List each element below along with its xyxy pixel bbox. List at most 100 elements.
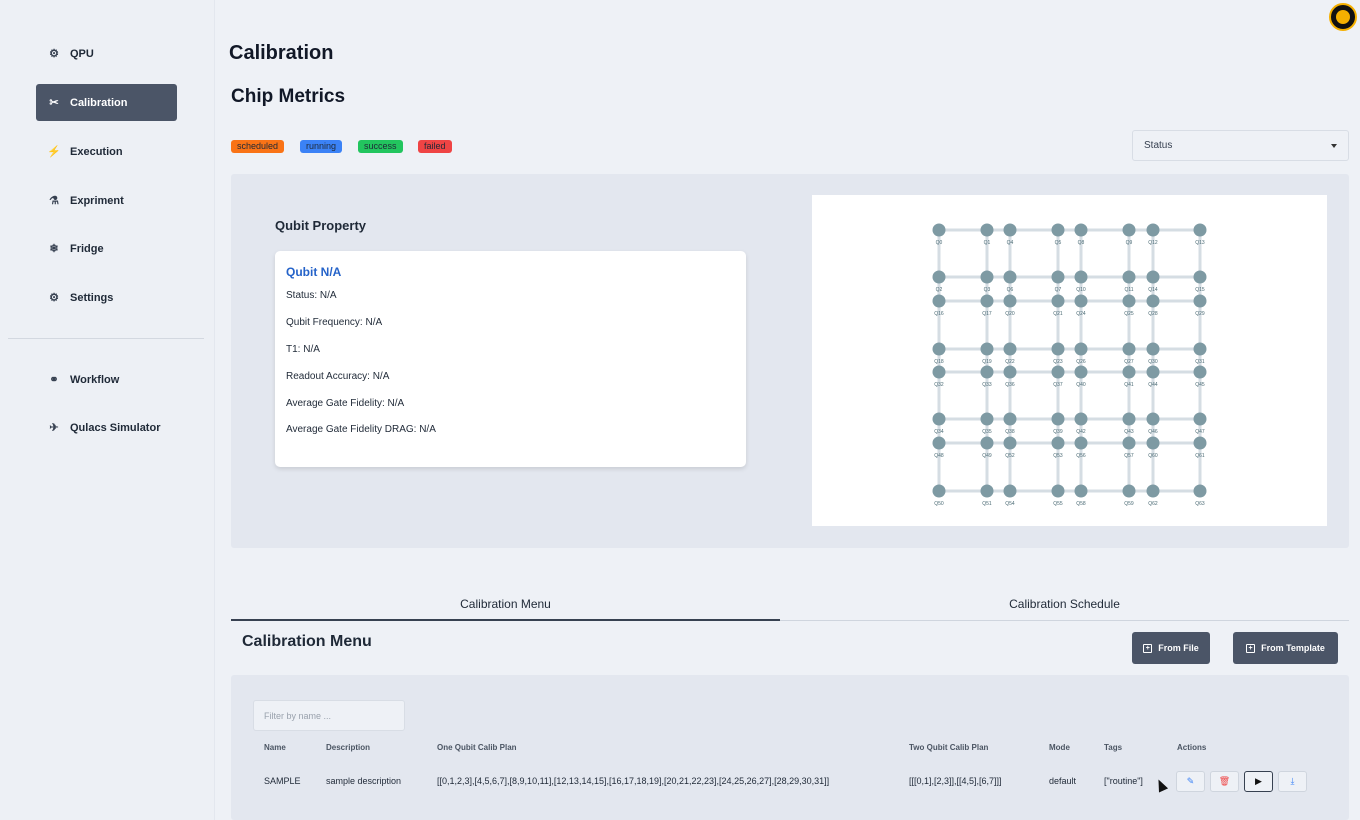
qubit-node[interactable] <box>1122 484 1136 498</box>
qubit-node[interactable] <box>1003 294 1017 308</box>
filter-input[interactable] <box>253 700 405 731</box>
qubit-node[interactable] <box>1122 270 1136 284</box>
run-button[interactable]: ▶ <box>1244 771 1273 792</box>
column-header-description[interactable]: Description <box>326 743 370 752</box>
qubit-node[interactable] <box>1193 484 1207 498</box>
qubit-node[interactable] <box>1146 294 1160 308</box>
column-header-two-qubit-plan[interactable]: Two Qubit Calib Plan <box>909 743 988 752</box>
qubit-node[interactable] <box>1193 436 1207 450</box>
from-file-button[interactable]: + From File <box>1132 632 1210 664</box>
sidebar-item-expriment[interactable]: ⚗ Expriment <box>36 182 177 219</box>
qubit-node[interactable] <box>1146 270 1160 284</box>
column-header-one-qubit-plan[interactable]: One Qubit Calib Plan <box>437 743 517 752</box>
qubit-node[interactable] <box>932 436 946 450</box>
qubit-node[interactable] <box>1003 270 1017 284</box>
qubit-node[interactable] <box>1051 436 1065 450</box>
qubit-label: Q36 <box>1005 382 1015 388</box>
qubit-node[interactable] <box>980 342 994 356</box>
qubit-node[interactable] <box>1074 270 1088 284</box>
qubit-node[interactable] <box>932 223 946 237</box>
qubit-node[interactable] <box>932 294 946 308</box>
qubit-node[interactable] <box>980 436 994 450</box>
qubit-node[interactable] <box>980 484 994 498</box>
delete-button[interactable]: 🗑 <box>1210 771 1239 792</box>
qubit-node[interactable] <box>1122 436 1136 450</box>
qubit-node[interactable] <box>1193 342 1207 356</box>
qubit-node[interactable] <box>1146 484 1160 498</box>
qubit-node[interactable] <box>1074 365 1088 379</box>
qubit-node[interactable] <box>1003 342 1017 356</box>
qubit-node[interactable] <box>1051 342 1065 356</box>
qubit-node[interactable] <box>1074 484 1088 498</box>
qubit-label: Q33 <box>982 382 992 388</box>
qubit-node[interactable] <box>1051 412 1065 426</box>
status-select[interactable]: Status <box>1132 130 1349 161</box>
qubit-node[interactable] <box>1146 342 1160 356</box>
column-header-name[interactable]: Name <box>264 743 286 752</box>
sidebar-item-execution[interactable]: ⚡ Execution <box>36 133 177 170</box>
qubit-node[interactable] <box>1122 365 1136 379</box>
qubit-node[interactable] <box>1003 484 1017 498</box>
qubit-node[interactable] <box>1051 365 1065 379</box>
sidebar-item-label: Workflow <box>70 373 120 386</box>
qubit-node[interactable] <box>932 365 946 379</box>
qubit-node[interactable] <box>1003 365 1017 379</box>
sidebar-item-qulacs-simulator[interactable]: ✈ Qulacs Simulator <box>36 409 177 446</box>
tab-calibration-menu[interactable]: Calibration Menu <box>231 597 780 621</box>
qubit-node[interactable] <box>1193 412 1207 426</box>
gear-icon: ⚙ <box>49 292 59 304</box>
qubit-label: Q48 <box>934 453 944 459</box>
qubit-node[interactable] <box>1003 436 1017 450</box>
qubit-label: Q23 <box>1053 359 1063 365</box>
qubit-node[interactable] <box>1193 294 1207 308</box>
qubit-node[interactable] <box>1122 342 1136 356</box>
sidebar-item-workflow[interactable]: ⚭ Workflow <box>36 361 177 398</box>
qubit-node[interactable] <box>1122 412 1136 426</box>
qubit-node[interactable] <box>1074 436 1088 450</box>
tab-calibration-schedule[interactable]: Calibration Schedule <box>780 597 1349 621</box>
qubit-frequency: Qubit Frequency: N/A <box>286 317 383 328</box>
qubit-label: Q28 <box>1148 311 1158 317</box>
sidebar-item-qpu[interactable]: ⚙ QPU <box>36 35 177 72</box>
qubit-node[interactable] <box>1122 294 1136 308</box>
qubit-node[interactable] <box>1051 270 1065 284</box>
qubit-node[interactable] <box>1146 436 1160 450</box>
qubit-node[interactable] <box>932 342 946 356</box>
avatar[interactable] <box>1329 3 1357 31</box>
qubit-node[interactable] <box>1051 484 1065 498</box>
download-button[interactable]: ⤓ <box>1278 771 1307 792</box>
qubit-node[interactable] <box>1146 365 1160 379</box>
qubit-node[interactable] <box>1146 412 1160 426</box>
edit-button[interactable]: ✎ <box>1176 771 1205 792</box>
qubit-node[interactable] <box>1051 223 1065 237</box>
qubit-node[interactable] <box>980 412 994 426</box>
qubit-node[interactable] <box>932 484 946 498</box>
qubit-node[interactable] <box>1193 365 1207 379</box>
qubit-node[interactable] <box>1146 223 1160 237</box>
qubit-node[interactable] <box>1074 223 1088 237</box>
qubit-node[interactable] <box>1003 412 1017 426</box>
qubit-node[interactable] <box>1193 270 1207 284</box>
qubit-node[interactable] <box>980 294 994 308</box>
qubit-t1: T1: N/A <box>286 344 320 355</box>
qubit-node[interactable] <box>932 412 946 426</box>
qubit-node[interactable] <box>1074 412 1088 426</box>
from-template-button[interactable]: + From Template <box>1233 632 1338 664</box>
qubit-node[interactable] <box>980 365 994 379</box>
sidebar-item-calibration[interactable]: ✂ Calibration <box>36 84 177 121</box>
qubit-node[interactable] <box>1074 342 1088 356</box>
qubit-label: Q12 <box>1148 240 1158 246</box>
qubit-node[interactable] <box>932 270 946 284</box>
sidebar-item-fridge[interactable]: ❄ Fridge <box>36 230 177 267</box>
workflow-icon: ⚭ <box>49 374 59 386</box>
sidebar-item-settings[interactable]: ⚙ Settings <box>36 279 177 316</box>
column-header-mode[interactable]: Mode <box>1049 743 1070 752</box>
qubit-node[interactable] <box>1051 294 1065 308</box>
qubit-node[interactable] <box>1193 223 1207 237</box>
qubit-node[interactable] <box>1003 223 1017 237</box>
qubit-node[interactable] <box>980 223 994 237</box>
qubit-node[interactable] <box>1122 223 1136 237</box>
column-header-tags[interactable]: Tags <box>1104 743 1122 752</box>
qubit-node[interactable] <box>1074 294 1088 308</box>
qubit-node[interactable] <box>980 270 994 284</box>
